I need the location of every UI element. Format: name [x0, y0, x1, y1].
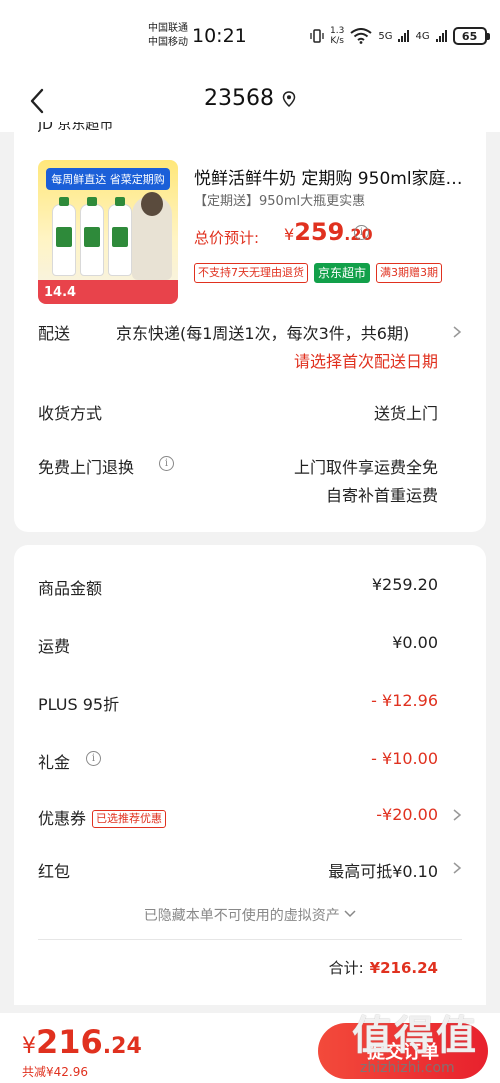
freight-label: 运费 — [38, 637, 71, 656]
signal-icon-2 — [435, 30, 447, 42]
freight-value: ¥0.00 — [392, 633, 438, 652]
total-estimate-label: 总价预计: — [194, 229, 260, 247]
price-integer: 259 — [294, 218, 345, 246]
chevron-right-icon[interactable] — [452, 861, 462, 875]
chevron-down-icon — [344, 910, 356, 918]
price-summary-card: 商品金额 ¥259.20 运费 ¥0.00 PLUS 95折 - ¥12.96 … — [14, 545, 486, 1005]
divider — [38, 939, 462, 940]
red-packet-value[interactable]: 最高可抵¥0.10 — [328, 858, 438, 882]
gift-money-label: 礼金 — [38, 753, 71, 772]
goods-amount-label: 商品金额 — [38, 579, 103, 598]
price-currency: ¥ — [284, 225, 295, 244]
receive-method-label: 收货方式 — [38, 404, 103, 423]
bottle-graphic — [80, 197, 104, 276]
total-saved[interactable]: 共减¥42.96 — [22, 1063, 88, 1080]
product-tags: 不支持7天无理由退货 京东超市 满3期赠3期 — [194, 263, 443, 283]
no-return-tag: 不支持7天无理由退货 — [194, 263, 308, 283]
bottle-graphic — [52, 197, 76, 276]
delivery-value[interactable]: 京东快递(每1周送1次，每次3件，共6期) — [116, 320, 409, 344]
network-type-1: 5G — [378, 30, 393, 42]
vibrate-icon — [310, 29, 324, 43]
order-total-value: ¥216.24 — [369, 959, 438, 977]
free-return-label: 免费上门退换 — [38, 458, 135, 477]
carrier-1: 中国联通 — [148, 23, 188, 34]
product-image[interactable]: 每周鲜直达 省菜定期购 14.4 — [38, 160, 178, 304]
final-price-currency: ¥ — [22, 1034, 36, 1059]
hidden-assets-toggle[interactable]: 已隐藏本单不可使用的虚拟资产 — [14, 905, 486, 925]
address-title[interactable]: 23568 — [204, 86, 274, 111]
free-return-line1: 上门取件享运费全免 — [293, 458, 438, 477]
goods-amount-value: ¥259.20 — [371, 575, 438, 594]
page-title: 23568 — [0, 86, 500, 111]
carrier-2: 中国移动 — [148, 37, 188, 48]
watermark-site: zhizhizhi.com — [360, 1060, 455, 1076]
jd-supermarket-tag: 京东超市 — [314, 263, 371, 283]
image-banner: 每周鲜直达 省菜定期购 — [46, 168, 170, 190]
image-price: 14.4 — [44, 285, 77, 300]
battery-level: 65 — [461, 29, 478, 43]
product-name[interactable]: 悦鲜活鲜牛奶 定期购 950ml家庭装 （新老包装随机发货） 3件/期 — [194, 164, 476, 189]
coupon-row[interactable]: 优惠券 已选推荐优惠 — [38, 805, 167, 829]
coupon-value[interactable]: -¥20.00 — [376, 805, 438, 824]
chevron-right-icon[interactable] — [452, 808, 462, 822]
speed-unit: K/s — [330, 36, 344, 46]
speed-value: 1.3 — [330, 26, 345, 36]
location-pin-icon[interactable] — [282, 90, 296, 107]
bottle-graphic — [108, 197, 132, 276]
final-price-decimal: .24 — [102, 1034, 142, 1059]
gift-money-value: - ¥10.00 — [371, 749, 438, 768]
network-speed: 1.3 K/s — [330, 26, 344, 46]
carrier-names: 中国联通 中国移动 — [148, 22, 188, 50]
order-total-row: 合计: ¥216.24 — [329, 957, 438, 978]
chevron-right-icon[interactable] — [452, 325, 462, 339]
battery-icon: 65 — [452, 27, 490, 45]
delivery-label: 配送 — [38, 324, 71, 343]
final-price-integer: 216 — [36, 1023, 103, 1061]
plus-discount-label: PLUS 95折 — [38, 695, 120, 714]
watermark-logo: 值得值 — [352, 1013, 478, 1059]
status-icons: 1.3 K/s 5G 4G 65 — [310, 24, 490, 48]
wifi-icon — [350, 28, 372, 44]
network-type-2: 4G — [415, 30, 430, 42]
status-bar: 中国联通 中国移动 10:21 1.3 K/s 5G 4G 65 — [0, 0, 500, 70]
free-return-info-icon[interactable]: i — [159, 456, 174, 471]
delivery-date-warning[interactable]: 请选择首次配送日期 — [294, 348, 438, 372]
receive-method-value[interactable]: 送货上门 — [374, 400, 438, 424]
spokesperson-graphic — [132, 192, 172, 280]
final-price: ¥216.24 — [22, 1023, 142, 1061]
red-packet-label: 红包 — [38, 862, 71, 881]
coupon-selected-tag: 已选推荐优惠 — [92, 810, 167, 828]
signal-icon — [398, 30, 410, 42]
hidden-assets-text: 已隐藏本单不可使用的虚拟资产 — [143, 908, 340, 924]
order-total-label: 合计: — [328, 959, 364, 977]
promo-tag: 满3期赠3期 — [376, 263, 443, 283]
coupon-label: 优惠券 — [38, 809, 87, 828]
product-spec: 【定期送】950ml大瓶更实惠 — [194, 194, 366, 209]
status-clock: 10:21 — [192, 25, 247, 47]
price-info-icon[interactable]: i — [354, 225, 369, 240]
plus-discount-value: - ¥12.96 — [371, 691, 438, 710]
product-card: JD 京东超市 每周鲜直达 省菜定期购 14.4 悦鲜活鲜牛奶 定期购 950m… — [14, 120, 486, 532]
free-return-line2: 自寄补首重运费 — [325, 486, 438, 505]
gift-money-info-icon[interactable]: i — [86, 751, 101, 766]
